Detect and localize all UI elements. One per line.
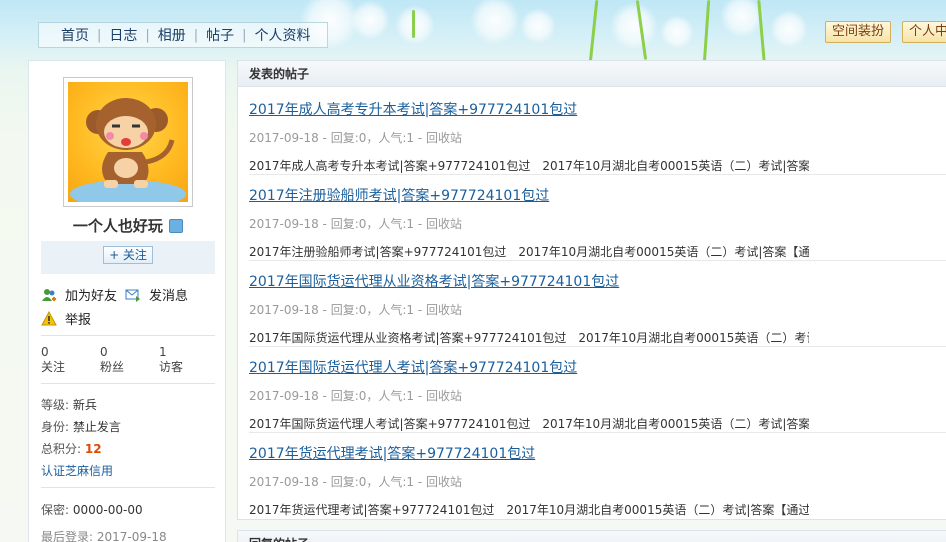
verify-credit-link[interactable]: 认证芝麻信用 [41, 462, 113, 479]
post-item: 2017年国际货运代理人考试|答案+977724101包过 2017-09-18… [249, 357, 946, 432]
post-excerpt: 2017年国际货运代理人考试|答案+977724101包过 2017年10月湖北… [249, 417, 809, 431]
visitors-label: 访客 [159, 360, 184, 374]
send-message-link[interactable]: 发消息 [125, 285, 188, 304]
post-divider [249, 260, 946, 261]
level-row: 等级: 新兵 [41, 396, 97, 413]
secret-value: 0000-00-00 [72, 503, 143, 517]
nav-profile[interactable]: 个人资料 [247, 25, 319, 45]
nav-home[interactable]: 首页 [53, 25, 97, 45]
replies-panel: 回复的帖子 [237, 530, 946, 542]
post-excerpt: 2017年成人高考专升本考试|答案+977724101包过 2017年10月湖北… [249, 159, 809, 173]
nav-album[interactable]: 相册 [150, 25, 194, 45]
secret-row: 保密: 0000-00-00 [41, 501, 143, 518]
post-excerpt: 2017年货运代理考试|答案+977724101包过 2017年10月湖北自考0… [249, 503, 809, 517]
level-key: 等级: [41, 398, 70, 412]
identity-row: 身份: 禁止发言 [41, 418, 121, 435]
identity-key: 身份: [41, 420, 70, 434]
post-item: 2017年注册验船师考试|答案+977724101包过 2017-09-18 -… [249, 185, 946, 260]
post-item: 2017年货运代理考试|答案+977724101包过 2017-09-18 - … [249, 443, 946, 518]
message-icon [125, 287, 141, 303]
report-label: 举报 [65, 313, 92, 328]
post-title-link[interactable]: 2017年货运代理考试|答案+977724101包过 [249, 443, 946, 463]
secret-key: 保密: [41, 503, 70, 517]
following-count: 0 [41, 345, 49, 359]
post-item: 2017年成人高考专升本考试|答案+977724101包过 2017-09-18… [249, 99, 946, 174]
post-divider [249, 346, 946, 347]
post-title-link[interactable]: 2017年注册验船师考试|答案+977724101包过 [249, 185, 946, 205]
send-message-label: 发消息 [149, 289, 189, 304]
divider [41, 487, 215, 488]
monkey-avatar-image [68, 82, 188, 202]
last-login-key: 最后登录: [41, 530, 94, 542]
points-key: 总积分: [41, 442, 82, 456]
posts-panel: 发表的帖子 2017年成人高考专升本考试|答案+977724101包过 2017… [237, 60, 946, 520]
space-decorate-button[interactable]: 空间装扮 [825, 21, 892, 43]
posts-section-title: 发表的帖子 [238, 61, 946, 87]
avatar[interactable] [63, 77, 193, 207]
fans-label: 粉丝 [100, 360, 125, 374]
add-friend-label: 加为好友 [65, 289, 118, 304]
top-navigation: 首页 | 日志 | 相册 | 帖子 | 个人资料 [38, 22, 328, 48]
warning-icon [41, 310, 57, 327]
nickname: 一个人也好玩 [29, 215, 227, 236]
follow-box: + 关注 [41, 241, 215, 274]
following-label: 关注 [41, 360, 66, 374]
level-value: 新兵 [72, 398, 97, 412]
post-meta: 2017-09-18 - 回复:0，人气:1 - 回收站 [249, 389, 463, 403]
post-excerpt: 2017年注册验船师考试|答案+977724101包过 2017年10月湖北自考… [249, 245, 809, 259]
post-item: 2017年国际货运代理从业资格考试|答案+977724101包过 2017-09… [249, 271, 946, 346]
post-divider [249, 432, 946, 433]
post-meta: 2017-09-18 - 回复:0，人气:1 - 回收站 [249, 303, 463, 317]
points-value: 12 [84, 442, 102, 456]
last-login-row: 最后登录: 2017-09-18 [41, 528, 167, 542]
report-link[interactable]: 举报 [41, 309, 91, 328]
fans-stat[interactable]: 0 粉丝 [100, 345, 124, 375]
post-title-link[interactable]: 2017年国际货运代理从业资格考试|答案+977724101包过 [249, 271, 946, 291]
visitors-stat[interactable]: 1 访客 [159, 345, 183, 375]
profile-sidebar: 一个人也好玩 + 关注 加为好友 发消息 举报 0 关注 0 粉丝 1 访客 等 [28, 60, 226, 542]
points-row: 总积分: 12 [41, 440, 102, 457]
following-stat[interactable]: 0 关注 [41, 345, 65, 375]
fans-count: 0 [100, 345, 108, 359]
post-excerpt: 2017年国际货运代理从业资格考试|答案+977724101包过 2017年10… [249, 331, 809, 345]
post-title-link[interactable]: 2017年国际货运代理人考试|答案+977724101包过 [249, 357, 946, 377]
post-meta: 2017-09-18 - 回复:0，人气:1 - 回收站 [249, 475, 463, 489]
divider [41, 383, 215, 384]
replies-section-title: 回复的帖子 [238, 531, 946, 542]
post-meta: 2017-09-18 - 回复:0，人气:1 - 回收站 [249, 217, 463, 231]
nav-blog[interactable]: 日志 [101, 25, 145, 45]
post-meta: 2017-09-18 - 回复:0，人气:1 - 回收站 [249, 131, 463, 145]
add-friend-icon [41, 287, 57, 303]
post-divider [249, 174, 946, 175]
add-friend-link[interactable]: 加为好友 [41, 285, 117, 304]
personal-center-button[interactable]: 个人中 [902, 21, 946, 43]
follow-button[interactable]: + 关注 [103, 246, 153, 264]
identity-value: 禁止发言 [72, 420, 121, 434]
user-badge-icon [169, 219, 184, 233]
visitors-count: 1 [159, 345, 167, 359]
last-login-value: 2017-09-18 [96, 530, 167, 542]
nav-posts[interactable]: 帖子 [198, 25, 242, 45]
divider [41, 335, 215, 336]
nickname-text: 一个人也好玩 [72, 217, 163, 235]
post-title-link[interactable]: 2017年成人高考专升本考试|答案+977724101包过 [249, 99, 946, 119]
